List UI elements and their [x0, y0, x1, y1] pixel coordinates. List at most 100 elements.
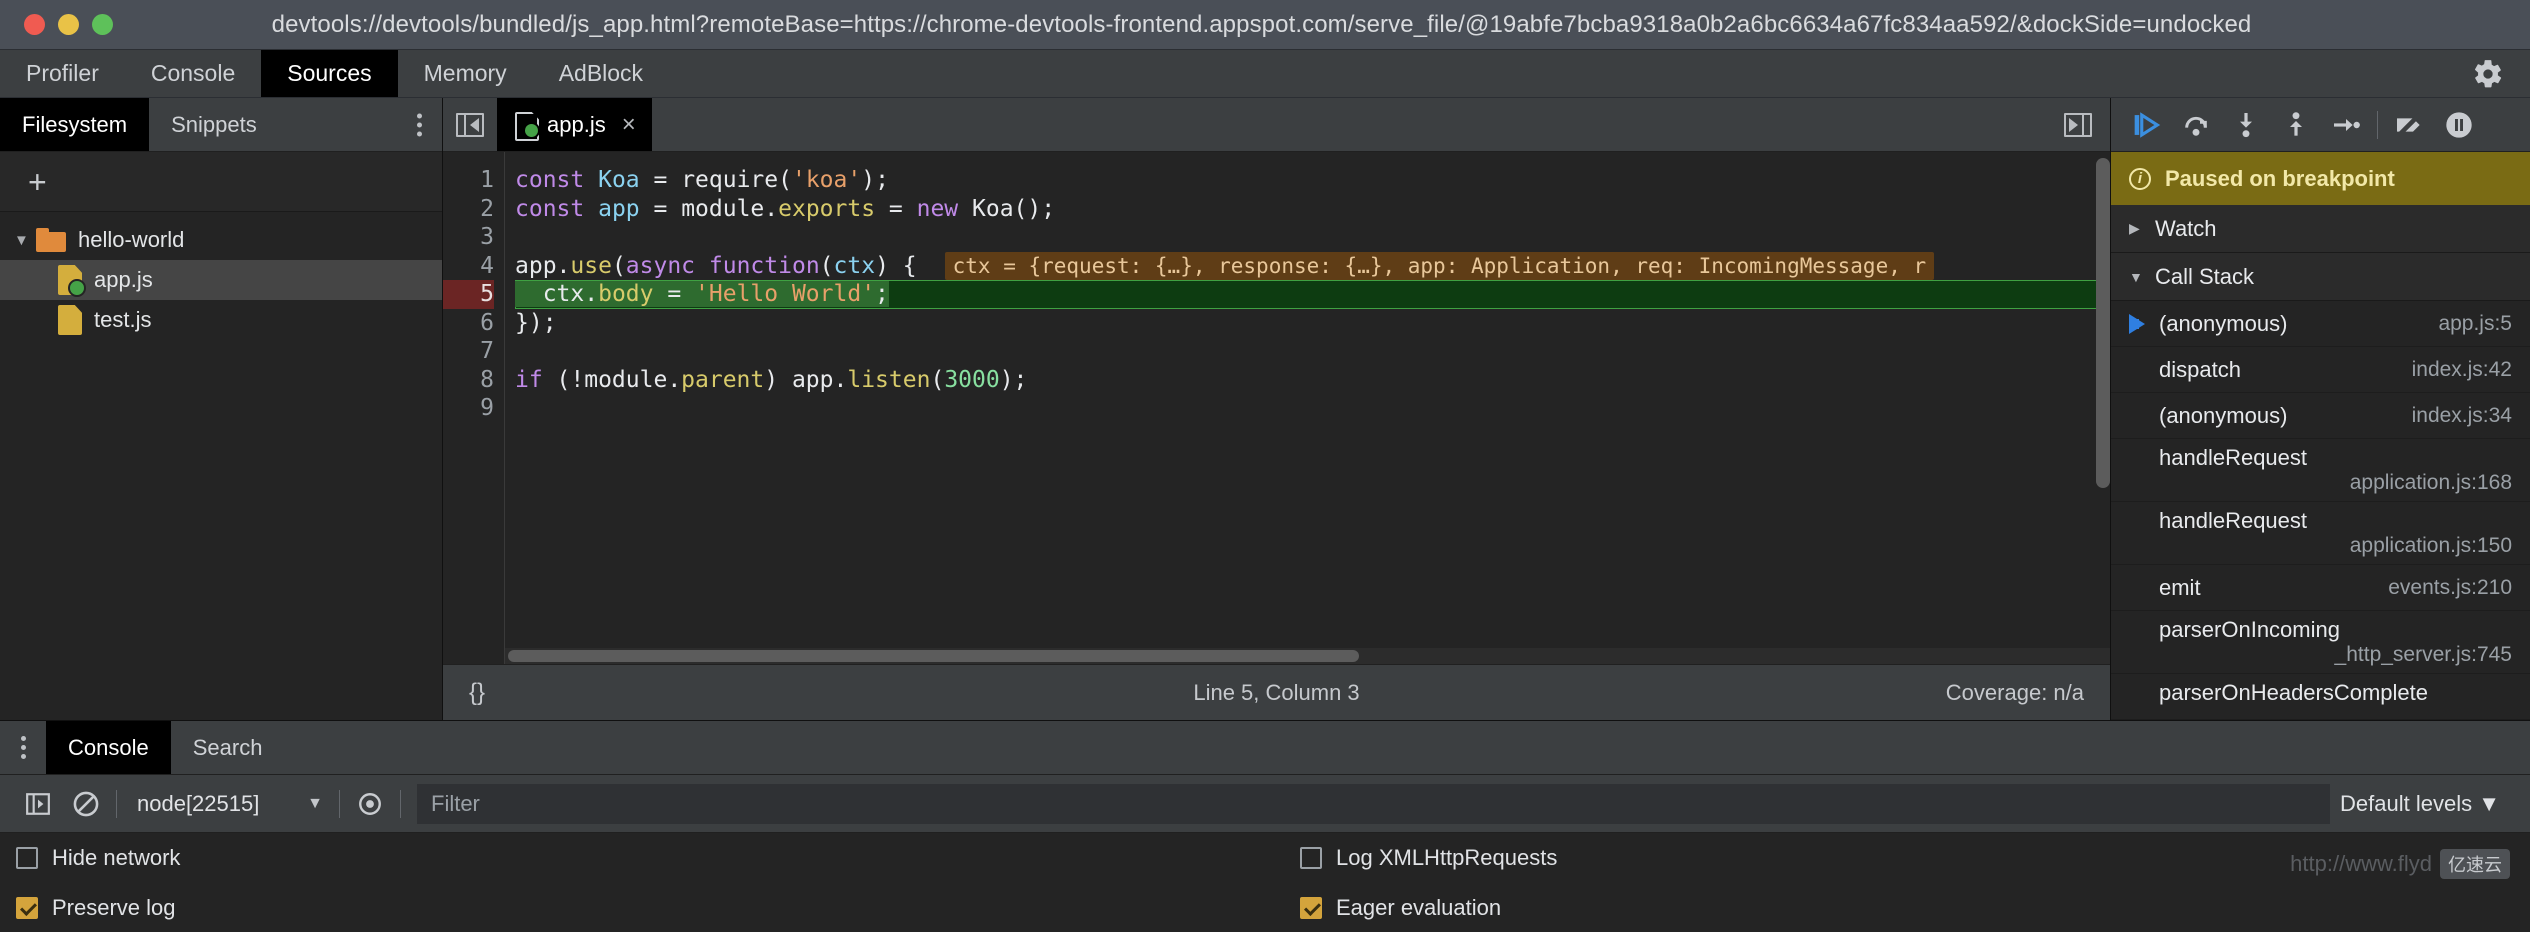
close-icon[interactable]: ×	[616, 111, 636, 139]
call-stack-frame[interactable]: handleRequest application.js:168	[2111, 439, 2530, 502]
line-number[interactable]: 1	[443, 166, 494, 195]
kebab-menu-icon[interactable]	[0, 721, 46, 774]
plus-icon[interactable]: +	[28, 166, 47, 198]
step-out-icon[interactable]	[2271, 100, 2321, 150]
expand-sidebar-icon[interactable]	[2064, 112, 2092, 137]
tab-console[interactable]: Console	[125, 50, 261, 97]
tree-item-app-js[interactable]: app.js	[0, 260, 442, 300]
code-token: =	[653, 281, 696, 307]
tab-snippets[interactable]: Snippets	[149, 98, 279, 151]
panel-body: Filesystem Snippets + ▼ hello-world app.…	[0, 98, 2530, 720]
checkbox-icon[interactable]	[1300, 897, 1322, 919]
chevron-down-icon[interactable]: ▼	[14, 232, 36, 249]
debugger-panel: i Paused on breakpoint ▶ Watch ▼ Call St…	[2110, 98, 2530, 720]
code-line[interactable]: const Koa = require('koa');	[515, 166, 2110, 195]
zoom-button[interactable]	[92, 14, 113, 35]
clear-console-icon[interactable]	[62, 784, 110, 824]
code-token: =	[639, 195, 682, 222]
section-watch[interactable]: ▶ Watch	[2111, 205, 2530, 254]
editor-tab-app-js[interactable]: app.js ×	[497, 98, 652, 151]
tab-sources[interactable]: Sources	[261, 50, 398, 97]
tab-filesystem[interactable]: Filesystem	[0, 98, 150, 151]
horizontal-scrollbar[interactable]	[505, 648, 2110, 664]
chevron-down-icon[interactable]: ▼	[2129, 269, 2143, 285]
line-number[interactable]: 3	[443, 223, 494, 252]
chevron-down-icon[interactable]: ▼	[307, 795, 323, 813]
drawer-tab-search[interactable]: Search	[171, 721, 285, 774]
kebab-menu-icon[interactable]	[417, 113, 422, 136]
watermark: http://www.flyd 亿速云	[2290, 849, 2510, 879]
section-call-stack[interactable]: ▼ Call Stack	[2111, 253, 2530, 301]
pretty-print-button[interactable]: {}	[443, 679, 485, 707]
step-icon[interactable]	[2321, 100, 2371, 150]
line-number[interactable]: 2	[443, 195, 494, 224]
checkbox-icon[interactable]	[1300, 847, 1322, 869]
tab-memory[interactable]: Memory	[398, 50, 533, 97]
call-stack-frame[interactable]: handleRequest application.js:150	[2111, 502, 2530, 565]
resume-icon[interactable]	[2121, 100, 2171, 150]
line-number[interactable]: 4	[443, 252, 494, 281]
call-stack-frame[interactable]: (anonymous) app.js:5	[2111, 301, 2530, 347]
live-expression-icon[interactable]	[346, 784, 394, 824]
code-line[interactable]: app.use(async function(ctx) {ctx = {requ…	[515, 251, 2110, 280]
code-line[interactable]: const app = module.exports = new Koa();	[515, 195, 2110, 224]
drawer-tab-console[interactable]: Console	[46, 721, 171, 774]
checkbox-icon[interactable]	[16, 847, 38, 869]
line-number[interactable]: 9	[443, 394, 494, 423]
call-stack-frame[interactable]: dispatch index.js:42	[2111, 347, 2530, 393]
code-token: ) app.	[764, 366, 848, 393]
tab-profiler[interactable]: Profiler	[0, 50, 125, 97]
code-line[interactable]	[515, 394, 2110, 423]
code-line[interactable]	[515, 223, 2110, 252]
code-line[interactable]: });	[515, 309, 2110, 338]
call-stack-frame[interactable]: parserOnHeadersComplete	[2111, 674, 2530, 720]
step-over-icon[interactable]	[2171, 100, 2221, 150]
code-line-executing[interactable]: ctx.body = 'Hello World';	[515, 280, 2110, 309]
scrollbar-thumb[interactable]	[508, 650, 1359, 662]
setting-eager-evaluation[interactable]: Eager evaluation	[1300, 895, 1501, 921]
line-number[interactable]: 8	[443, 366, 494, 395]
setting-label: Hide network	[52, 845, 181, 870]
step-into-icon[interactable]	[2221, 100, 2271, 150]
line-number[interactable]: 7	[443, 337, 494, 366]
gear-icon[interactable]	[2472, 58, 2504, 90]
tab-adblock[interactable]: AdBlock	[533, 50, 669, 97]
code-token: ctx.	[515, 281, 599, 307]
setting-log-xmlhttprequests[interactable]: Log XMLHttpRequests	[1300, 845, 1557, 871]
line-number[interactable]: 6	[443, 309, 494, 338]
checkbox-icon[interactable]	[16, 897, 38, 919]
inline-variable-preview[interactable]: ctx = {request: {…}, response: {…}, app:…	[944, 251, 1935, 280]
setting-hide-network[interactable]: Hide network	[16, 845, 180, 871]
log-levels-dropdown[interactable]: Default levels ▼	[2340, 791, 2516, 817]
call-stack-frame[interactable]: (anonymous) index.js:34	[2111, 393, 2530, 439]
chevron-right-icon[interactable]: ▶	[2129, 220, 2143, 237]
code-line[interactable]	[515, 337, 2110, 366]
frame-function-name: parserOnIncoming	[2159, 617, 2340, 642]
console-sidebar-icon[interactable]	[14, 784, 62, 824]
deactivate-breakpoints-icon[interactable]	[2384, 100, 2434, 150]
close-button[interactable]	[24, 14, 45, 35]
filter-input[interactable]	[417, 783, 2331, 824]
minimize-button[interactable]	[58, 14, 79, 35]
tree-item-label: hello-world	[78, 227, 185, 252]
tree-item-folder[interactable]: ▼ hello-world	[0, 220, 442, 260]
add-folder-row[interactable]: +	[0, 152, 442, 212]
frame-location: app.js:5	[2438, 311, 2512, 335]
frame-function-name: emit	[2159, 574, 2201, 600]
section-label: Watch	[2155, 215, 2217, 241]
settings-row: Preserve log Eager evaluation	[16, 883, 2514, 932]
call-stack-frame[interactable]: emit events.js:210	[2111, 565, 2530, 611]
tree-item-test-js[interactable]: test.js	[0, 300, 442, 340]
editor-tab-bar: app.js ×	[443, 98, 2110, 152]
code-line[interactable]: if (!module.parent) app.listen(3000);	[515, 366, 2110, 395]
vertical-scrollbar[interactable]	[2096, 158, 2110, 488]
pause-on-exceptions-icon[interactable]	[2434, 100, 2484, 150]
collapse-sidebar-glyph	[456, 112, 484, 137]
execution-context-selector[interactable]: node[22515] ▼	[123, 791, 333, 817]
line-number-breakpoint[interactable]: 5	[443, 280, 494, 309]
setting-label: Eager evaluation	[1336, 895, 1502, 920]
call-stack-frame[interactable]: parserOnIncoming _http_server.js:745	[2111, 611, 2530, 674]
setting-preserve-log[interactable]: Preserve log	[16, 895, 176, 921]
collapse-sidebar-icon[interactable]	[443, 98, 497, 151]
code-content[interactable]: const Koa = require('koa'); const app = m…	[505, 152, 2110, 664]
